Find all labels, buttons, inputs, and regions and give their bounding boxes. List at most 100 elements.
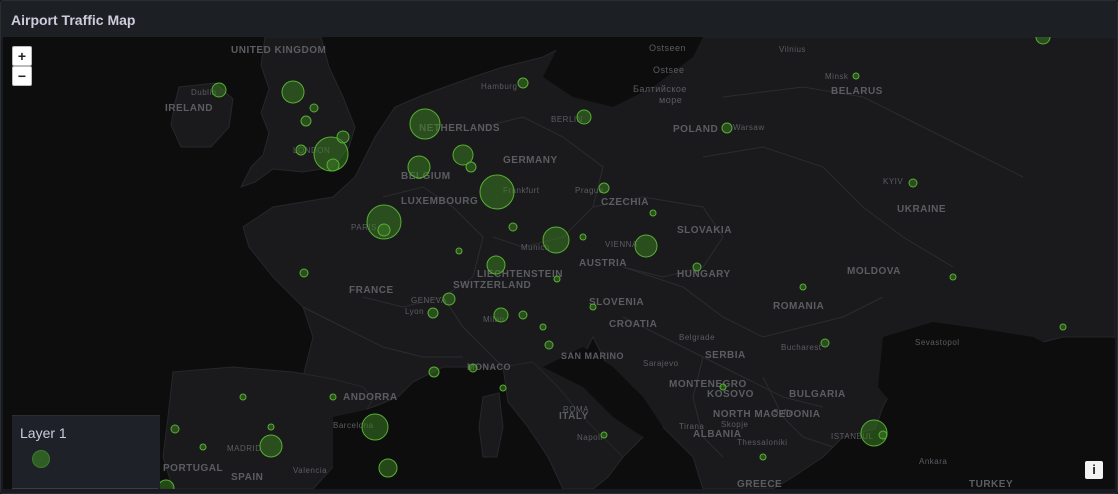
label-vilnius: Vilnius bbox=[779, 45, 806, 54]
airport-marker bbox=[600, 431, 608, 439]
airport-marker bbox=[428, 366, 440, 378]
airport-marker bbox=[281, 80, 305, 104]
airport-marker bbox=[329, 393, 337, 401]
airport-marker bbox=[442, 292, 456, 306]
airport-marker bbox=[799, 283, 807, 291]
label-north-macedonia: NORTH MACEDONIA bbox=[713, 409, 821, 420]
label-ireland: IRELAND bbox=[165, 103, 213, 114]
label-kosovo: KOSOVO bbox=[707, 389, 754, 400]
airport-marker bbox=[589, 303, 597, 311]
label-hamburg: Hamburg bbox=[481, 82, 517, 91]
label-roma: ROMA bbox=[563, 405, 589, 414]
label-tirana: Tirana bbox=[679, 422, 704, 431]
airport-marker bbox=[949, 273, 957, 281]
label-lyon: Lyon bbox=[405, 307, 424, 316]
label-sevastopol: Sevastopol bbox=[915, 338, 960, 347]
airport-marker bbox=[579, 233, 587, 241]
label-ukraine: UKRAINE bbox=[897, 204, 946, 215]
label-greece: GREECE bbox=[737, 479, 782, 489]
zoom-out-button[interactable]: − bbox=[12, 66, 32, 86]
airport-marker bbox=[407, 155, 431, 179]
zoom-in-button[interactable]: + bbox=[12, 46, 32, 66]
label-serbia: SERBIA bbox=[705, 350, 746, 361]
panel-header: Airport Traffic Map bbox=[1, 1, 1117, 38]
label-ostseen: Ostseen bbox=[649, 43, 686, 53]
label-minsk: Minsk bbox=[825, 72, 849, 81]
airport-marker bbox=[518, 310, 528, 320]
label-luxembourg: LUXEMBOURG bbox=[401, 196, 478, 207]
label-thessaloniki: Thessaloniki bbox=[737, 438, 787, 447]
airport-marker bbox=[649, 209, 657, 217]
label-switzerland: SWITZERLAND bbox=[453, 280, 531, 291]
airport-marker bbox=[542, 226, 570, 254]
label-germany: GERMANY bbox=[503, 155, 558, 166]
airport-marker bbox=[468, 363, 478, 373]
info-button[interactable]: i bbox=[1085, 461, 1103, 479]
label-madrid: MADRID bbox=[227, 444, 262, 453]
airport-marker bbox=[486, 255, 506, 275]
airport-marker bbox=[378, 458, 398, 478]
airport-marker bbox=[820, 338, 830, 348]
label-napoli: Napoli bbox=[577, 433, 603, 442]
airport-marker bbox=[544, 340, 554, 350]
label-france: FRANCE bbox=[349, 285, 394, 296]
airport-marker bbox=[759, 453, 767, 461]
airport-marker bbox=[493, 307, 509, 323]
airport-marker bbox=[852, 72, 860, 80]
airport-marker bbox=[267, 423, 275, 431]
airport-marker bbox=[300, 115, 312, 127]
label-slovenia: SLOVENIA bbox=[589, 297, 644, 308]
airport-marker bbox=[309, 103, 319, 113]
label-ostsee: Ostsee bbox=[653, 65, 685, 75]
airport-marker bbox=[427, 307, 439, 319]
airport-marker bbox=[721, 122, 733, 134]
airport-marker bbox=[326, 158, 340, 172]
label-belgrade: Belgrade bbox=[679, 333, 715, 342]
label-valencia: Valencia bbox=[293, 466, 327, 475]
airport-marker bbox=[499, 384, 507, 392]
airport-marker bbox=[409, 108, 441, 140]
label-bucharest: Bucharest bbox=[781, 343, 822, 352]
label-andorra: ANDORRA bbox=[343, 392, 398, 403]
map-area[interactable]: UNITED KINGDOM IRELAND NETHERLANDS BELGI… bbox=[3, 37, 1115, 489]
airport-marker bbox=[719, 383, 727, 391]
airport-marker bbox=[508, 222, 518, 232]
airport-marker bbox=[539, 323, 547, 331]
airport-marker bbox=[199, 443, 207, 451]
label-czechia: CZECHIA bbox=[601, 197, 649, 208]
label-portugal: PORTUGAL bbox=[163, 463, 223, 474]
label-geneva: GENEVA bbox=[411, 296, 447, 305]
airport-marker bbox=[465, 161, 477, 173]
label-san-marino: SAN MARINO bbox=[561, 351, 624, 361]
airport-marker bbox=[336, 130, 350, 144]
label-romania: ROMANIA bbox=[773, 301, 824, 312]
airport-marker bbox=[634, 234, 658, 258]
label-kyiv: KYIV bbox=[883, 177, 903, 186]
label-belarus: BELARUS bbox=[831, 86, 883, 97]
airport-marker bbox=[299, 268, 309, 278]
legend-swatch-icon bbox=[32, 450, 50, 468]
label-skopje: Skopje bbox=[721, 420, 749, 429]
label-uk: UNITED KINGDOM bbox=[231, 45, 326, 56]
airport-marker bbox=[479, 174, 515, 210]
legend-title: Layer 1 bbox=[20, 425, 67, 441]
label-slovakia: SLOVAKIA bbox=[677, 225, 732, 236]
airport-marker bbox=[259, 434, 283, 458]
airport-marker bbox=[170, 424, 180, 434]
label-turkey: TURKEY bbox=[969, 479, 1013, 489]
panel-title[interactable]: Airport Traffic Map bbox=[11, 12, 135, 28]
map-canvas[interactable]: UNITED KINGDOM IRELAND NETHERLANDS BELGI… bbox=[3, 37, 1115, 489]
airport-marker bbox=[377, 223, 391, 237]
airport-marker bbox=[598, 182, 610, 194]
label-ankara: Ankara bbox=[919, 457, 947, 466]
label-sarajevo: Sarajevo bbox=[643, 359, 679, 368]
label-sofia: Sofia bbox=[773, 408, 794, 417]
label-austria: AUSTRIA bbox=[579, 258, 627, 269]
airport-marker bbox=[517, 77, 529, 89]
airport-marker bbox=[239, 393, 247, 401]
label-croatia: CROATIA bbox=[609, 319, 657, 330]
legend-panel: Layer 1 bbox=[12, 415, 160, 489]
airport-marker bbox=[455, 247, 463, 255]
airport-marker bbox=[1059, 323, 1067, 331]
label-spain: SPAIN bbox=[231, 472, 263, 483]
